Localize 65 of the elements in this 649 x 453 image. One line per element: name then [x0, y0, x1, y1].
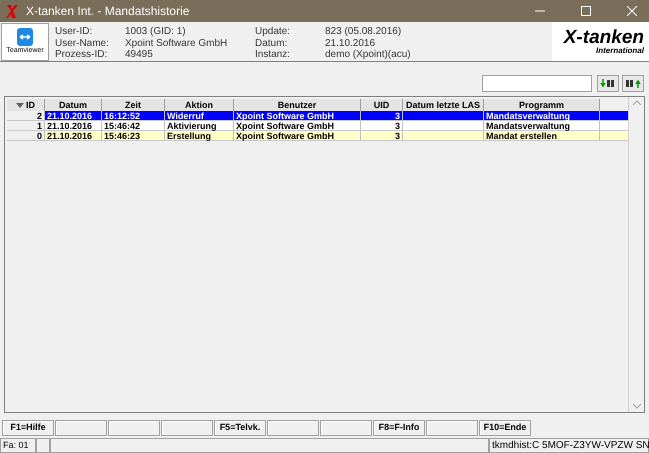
status-left: Fa: 01: [0, 438, 36, 453]
table-cell: Xpoint Software GmbH: [234, 111, 361, 120]
function-key-button[interactable]: F10=Ende: [479, 420, 531, 436]
function-key-button[interactable]: F5=Telvk.: [214, 420, 266, 436]
table-cell: 21.10.2016: [45, 131, 102, 140]
logo-subtext: International: [596, 47, 644, 55]
table-cell: Erstellung: [165, 131, 234, 140]
window-title: X-tanken Int. - Mandatshistorie: [26, 3, 190, 20]
table-row[interactable]: 0 21.10.2016 15:46:23 Erstellung Xpoint Software GmbH 3 Mandat erstellen: [7, 131, 628, 141]
table-cell: Xpoint Software GmbH: [234, 121, 361, 130]
info-value: 1003 (GID: 1): [125, 26, 187, 38]
table-cell: 15:46:23: [102, 131, 165, 140]
table-row[interactable]: 1 21.10.2016 15:46:42 Aktivierung Xpoint Software GmbH 3 Mandatsverwaltung: [7, 121, 628, 131]
table-cell: 15:46:42: [102, 121, 165, 130]
row-id-cell: 0: [7, 131, 45, 140]
column-header[interactable]: Datum letzte LAS: [403, 99, 484, 111]
table-cell: Mandatsverwaltung: [484, 121, 600, 130]
info-value: 21.10.2016: [325, 38, 376, 50]
row-id-cell: 1: [7, 121, 45, 130]
scroll-down-icon[interactable]: [632, 404, 640, 409]
close-icon[interactable]: [627, 6, 637, 16]
column-header[interactable]: Benutzer: [234, 99, 361, 111]
x-logo-icon: [6, 4, 18, 18]
status-right: tkmdhist:C 5MOF-Z3YW-VPZW SN: [489, 438, 649, 453]
info-label: User-Name:: [55, 38, 110, 50]
teamviewer-icon: [17, 28, 33, 46]
table-cell: Mandatsverwaltung: [484, 111, 600, 120]
table-cell: Xpoint Software GmbH: [234, 131, 361, 140]
status-cell: [36, 438, 50, 453]
column-header[interactable]: ID: [7, 99, 45, 111]
table-cell: 3: [361, 111, 403, 120]
logo-text: X-tanken: [564, 28, 644, 47]
info-label: Instanz:: [255, 49, 292, 61]
info-value: Xpoint Software GmbH: [125, 38, 228, 50]
info-value: 823 (05.08.2016): [325, 26, 402, 38]
maximize-icon[interactable]: [581, 6, 591, 16]
row-id-cell: 2: [7, 111, 45, 120]
column-header[interactable]: Programm: [484, 99, 600, 111]
info-label: Update:: [255, 26, 292, 38]
column-header[interactable]: Zeit: [102, 99, 165, 111]
table-cell: 3: [361, 121, 403, 130]
search-down-button[interactable]: [597, 75, 619, 92]
table-cell: Widerruf: [165, 111, 234, 120]
table-cell: 21.10.2016: [45, 121, 102, 130]
table-cell: 21.10.2016: [45, 111, 102, 120]
table-row[interactable]: 2 21.10.2016 16:12:52 Widerruf Xpoint Software GmbH 3 Mandatsverwaltung: [7, 111, 628, 121]
scroll-up-icon[interactable]: [632, 100, 640, 105]
function-key-button[interactable]: F1=Hilfe: [2, 420, 54, 436]
info-label: User-ID:: [55, 26, 94, 38]
search-up-button[interactable]: [622, 75, 644, 92]
scrollbar[interactable]: [628, 97, 644, 412]
info-value: 49495: [125, 49, 154, 61]
info-label: Prozess-ID:: [55, 49, 108, 61]
sort-icon: [16, 102, 24, 108]
table-cell: Mandat erstellen: [484, 131, 600, 140]
table-cell: 3: [361, 131, 403, 140]
search-field[interactable]: [482, 75, 592, 92]
column-header[interactable]: Aktion: [165, 99, 234, 111]
column-header[interactable]: UID: [361, 99, 403, 111]
table-cell: 16:12:52: [102, 111, 165, 120]
table-cell: Aktivierung: [165, 121, 234, 130]
function-key-button[interactable]: F8=F-Info: [373, 420, 425, 436]
info-label: Datum:: [255, 38, 288, 50]
column-header[interactable]: Datum: [45, 99, 102, 111]
info-value: demo (Xpoint)(acu): [325, 49, 412, 61]
